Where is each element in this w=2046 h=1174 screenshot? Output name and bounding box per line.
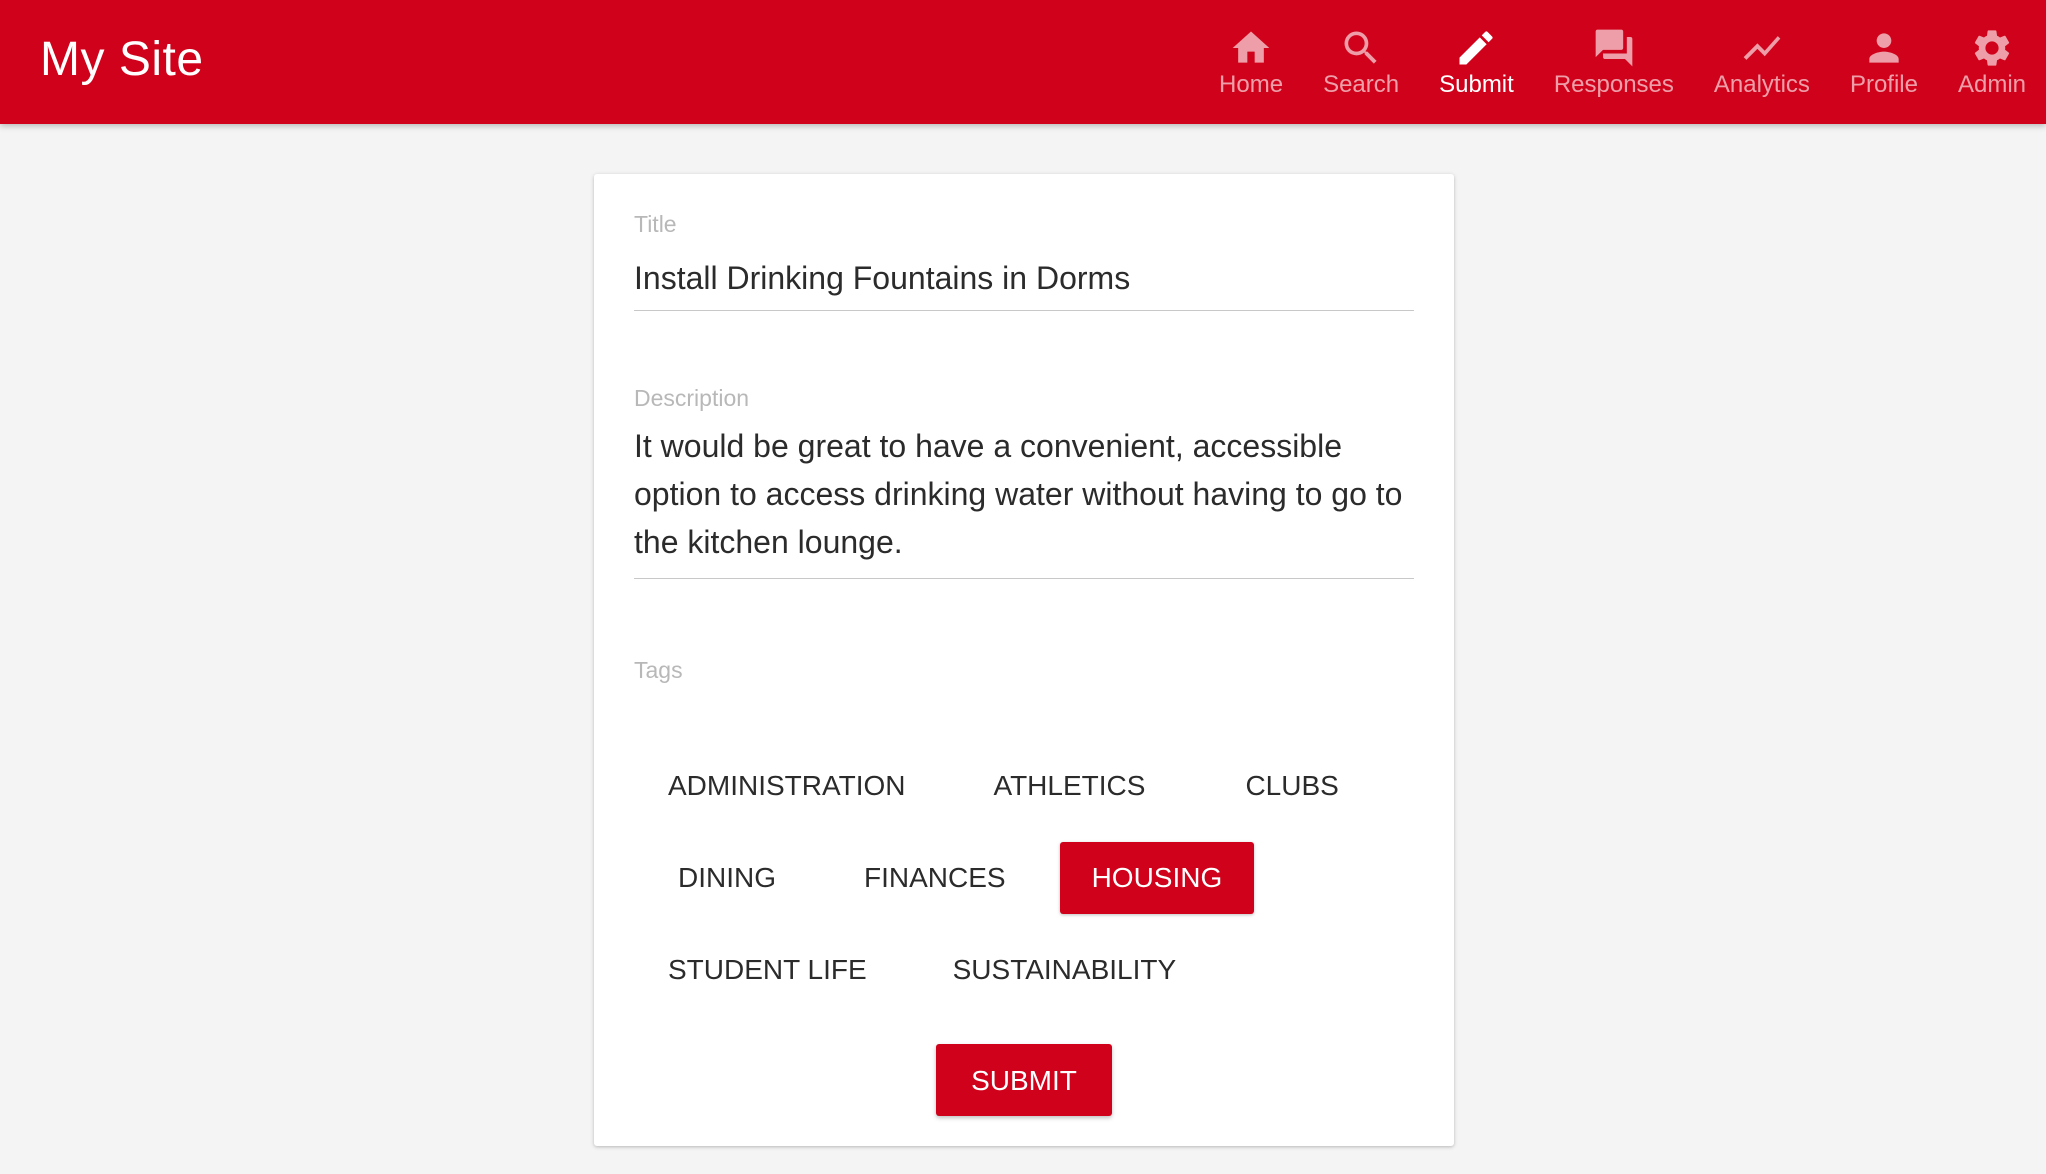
tag-dining[interactable]: DINING — [644, 842, 810, 914]
trending-line-icon — [1740, 26, 1784, 70]
tag-student-life[interactable]: STUDENT LIFE — [636, 934, 899, 1006]
tag-administration[interactable]: ADMINISTRATION — [636, 750, 937, 822]
tag-row: ADMINISTRATION ATHLETICS CLUBS — [634, 750, 1414, 822]
description-textarea[interactable]: It would be great to have a convenient, … — [634, 422, 1414, 566]
tag-row: DINING FINANCES HOUSING — [634, 842, 1414, 914]
title-input[interactable]: Install Drinking Fountains in Dorms — [634, 254, 1414, 302]
nav-label: Search — [1323, 71, 1400, 98]
nav-label: Home — [1219, 71, 1284, 98]
person-icon — [1862, 26, 1906, 70]
nav-item-home[interactable]: Home — [1199, 0, 1303, 124]
nav-label: Responses — [1553, 71, 1674, 98]
nav-item-profile[interactable]: Profile — [1830, 0, 1938, 124]
tag-finances[interactable]: FINANCES — [832, 842, 1038, 914]
pencil-icon — [1454, 26, 1498, 70]
nav-item-responses[interactable]: Responses — [1534, 0, 1694, 124]
main-nav: Home Search Submit Responses Analytics P… — [1199, 0, 2046, 124]
app-bar: My Site Home Search Submit Responses Ana… — [0, 0, 2046, 124]
nav-item-admin[interactable]: Admin — [1938, 0, 2046, 124]
nav-label: Submit — [1439, 71, 1514, 98]
home-icon — [1229, 26, 1273, 70]
tag-list: ADMINISTRATION ATHLETICS CLUBS DINING FI… — [634, 750, 1414, 1026]
description-label: Description — [634, 385, 750, 411]
tags-field: Tags — [634, 656, 1414, 684]
forum-icon — [1592, 26, 1636, 70]
tags-label: Tags — [634, 657, 683, 683]
submit-form-card: Title Install Drinking Fountains in Dorm… — [594, 174, 1454, 1146]
nav-label: Analytics — [1713, 71, 1810, 98]
tag-sustainability[interactable]: SUSTAINABILITY — [921, 934, 1209, 1006]
search-icon — [1339, 26, 1383, 70]
title-field[interactable]: Title Install Drinking Fountains in Dorm… — [634, 210, 1414, 311]
nav-item-analytics[interactable]: Analytics — [1694, 0, 1830, 124]
tag-clubs[interactable]: CLUBS — [1213, 750, 1370, 822]
tag-athletics[interactable]: ATHLETICS — [961, 750, 1177, 822]
site-title[interactable]: My Site — [40, 30, 204, 90]
gear-icon — [1970, 26, 2014, 70]
tag-row: STUDENT LIFE SUSTAINABILITY — [634, 934, 1414, 1006]
submit-button[interactable]: SUBMIT — [936, 1044, 1112, 1116]
title-label: Title — [634, 211, 677, 237]
nav-label: Profile — [1849, 71, 1918, 98]
description-field[interactable]: Description It would be great to have a … — [634, 384, 1414, 579]
nav-label: Admin — [1957, 71, 2026, 98]
description-underline — [634, 578, 1414, 579]
nav-item-search[interactable]: Search — [1303, 0, 1419, 124]
tag-housing[interactable]: HOUSING — [1059, 842, 1255, 914]
nav-item-submit[interactable]: Submit — [1419, 0, 1534, 124]
title-underline — [634, 310, 1414, 311]
